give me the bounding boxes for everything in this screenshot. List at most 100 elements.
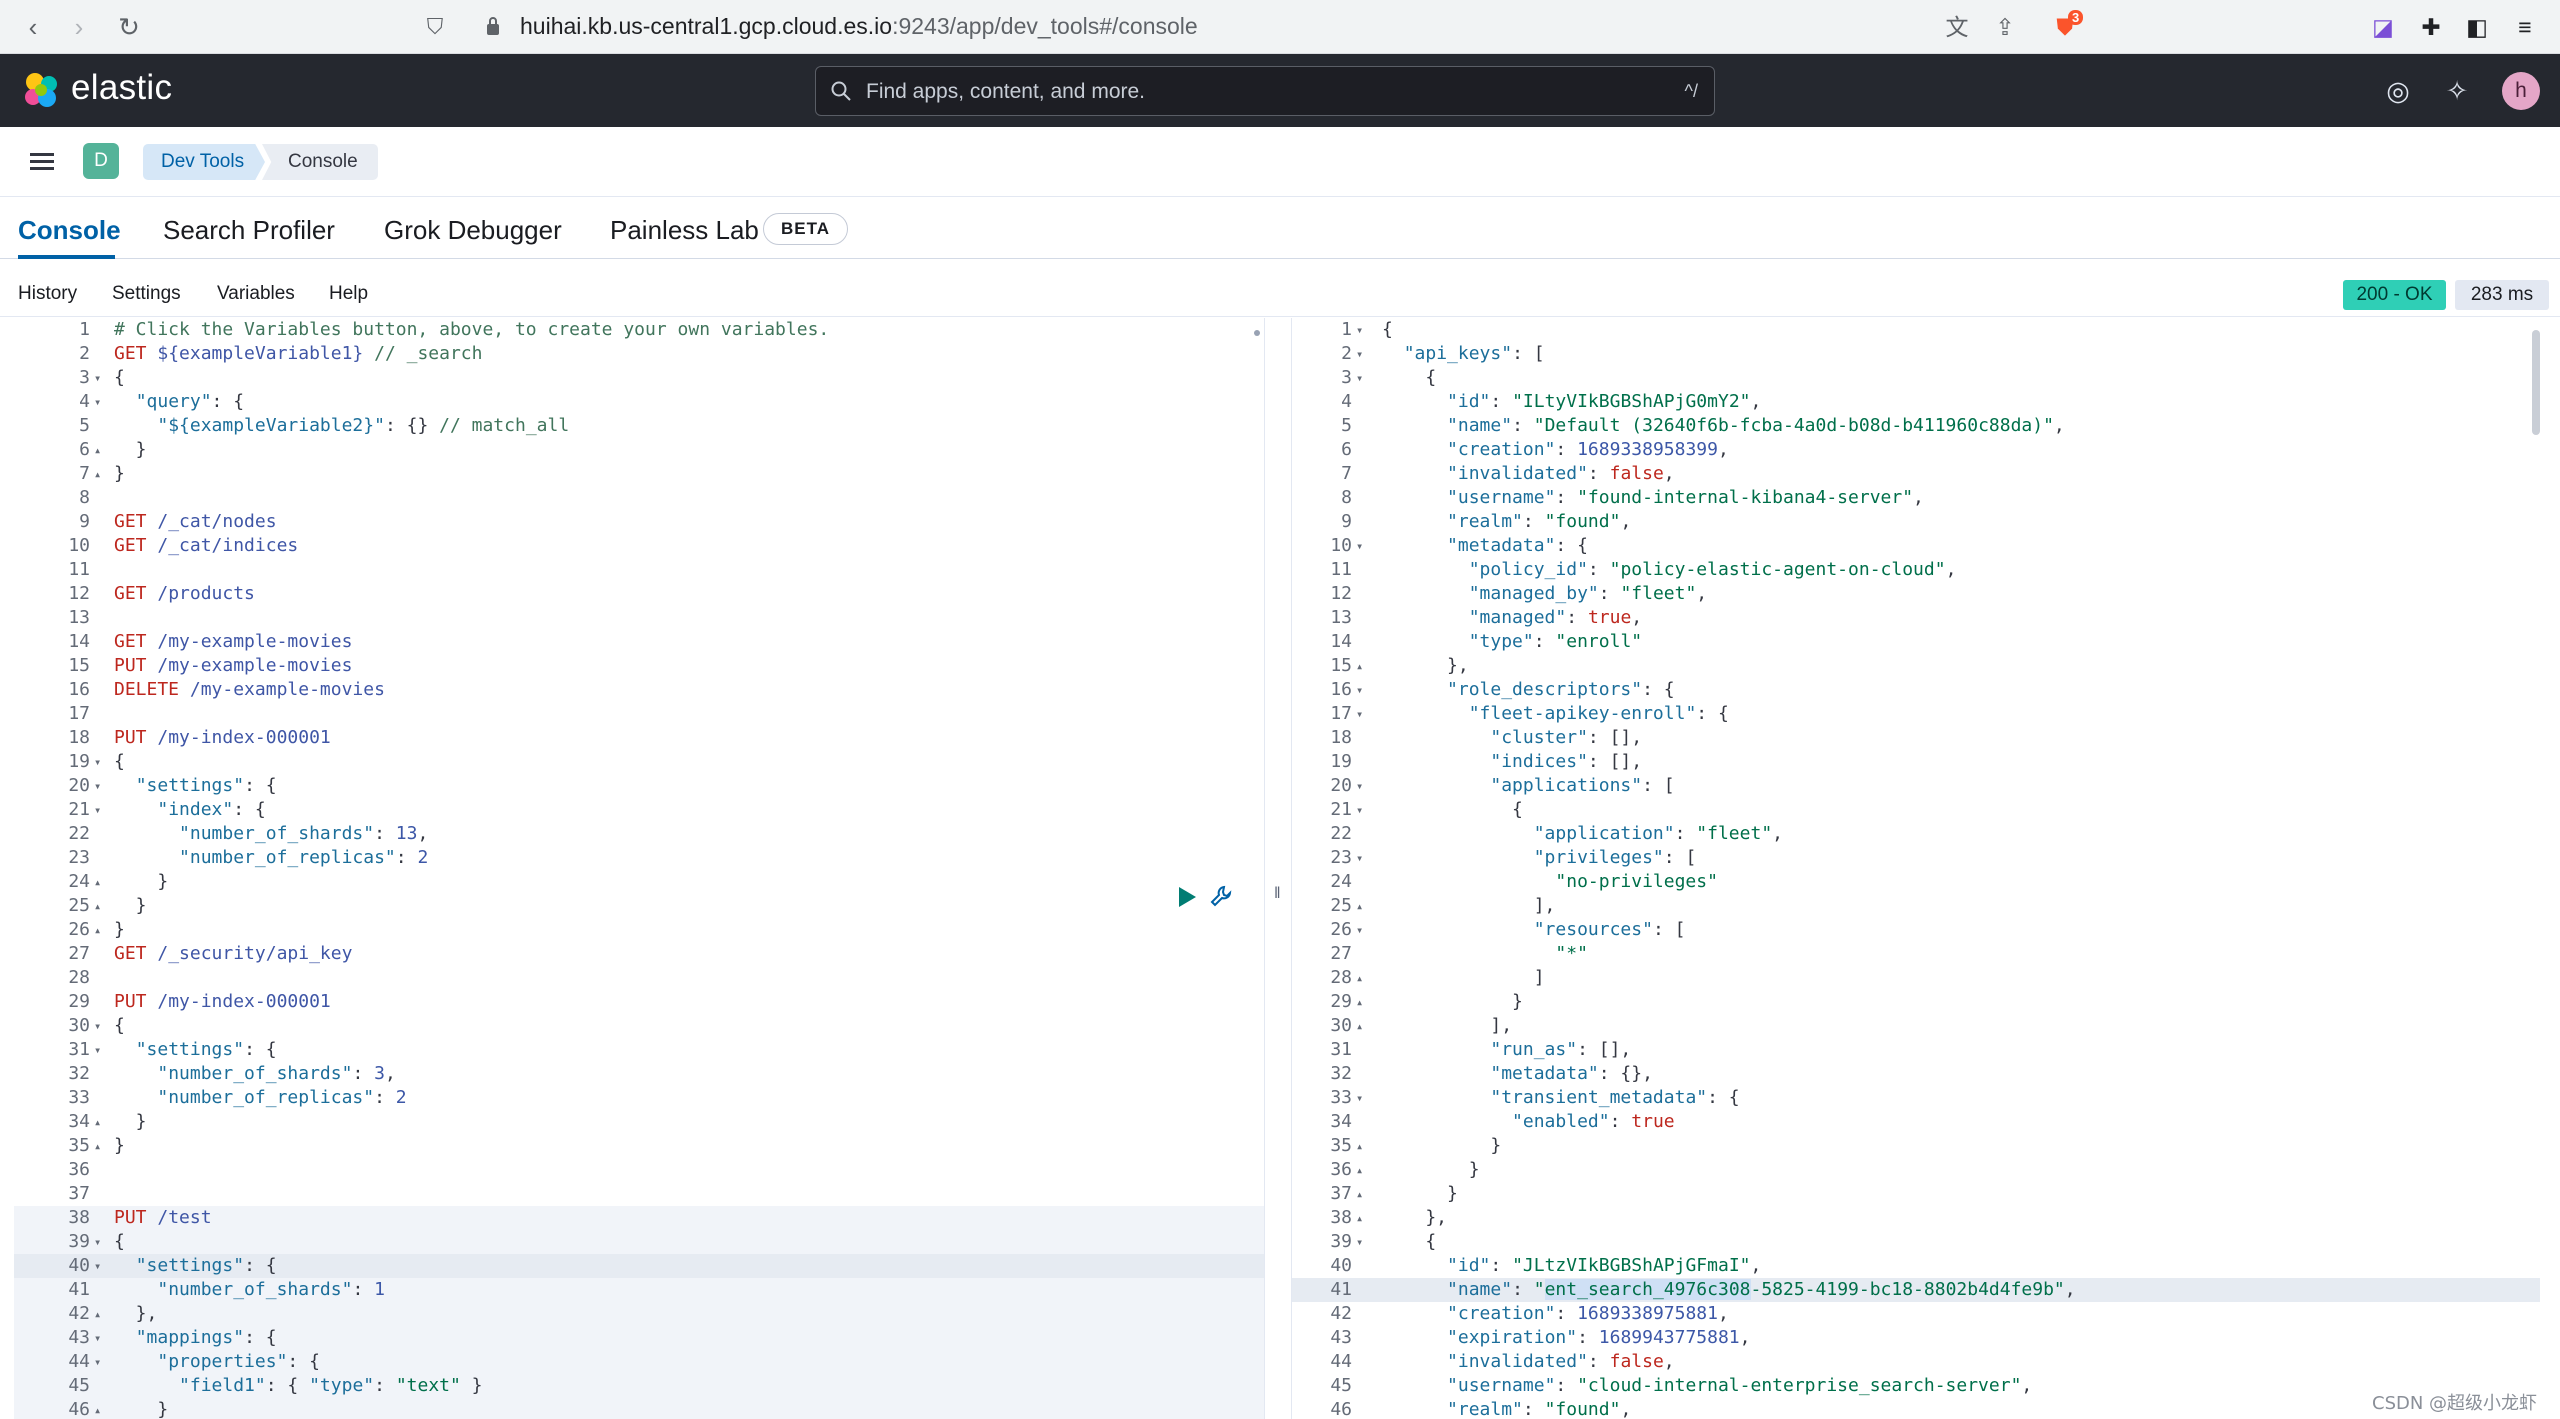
fold-open-icon[interactable]: ▾ bbox=[1356, 366, 1370, 390]
line-number: 8 bbox=[1341, 487, 1352, 508]
code-text: "api_keys": [ bbox=[1403, 343, 1545, 364]
fold-open-icon[interactable]: ▾ bbox=[1356, 318, 1370, 342]
code-line: 6 ▴ } bbox=[14, 438, 1264, 462]
code-text: "*" bbox=[1555, 943, 1588, 964]
space-avatar[interactable]: D bbox=[83, 143, 119, 179]
fold-open-icon[interactable]: ▾ bbox=[1356, 534, 1370, 558]
user-avatar[interactable]: h bbox=[2502, 72, 2540, 110]
fold-close-icon[interactable]: ▴ bbox=[94, 1398, 108, 1419]
fold-close-icon[interactable]: ▴ bbox=[94, 1110, 108, 1134]
code-line: 8 "username": "found-internal-kibana4-se… bbox=[1292, 486, 2540, 510]
fold-open-icon[interactable]: ▾ bbox=[94, 1326, 108, 1350]
fold-close-icon[interactable]: ▴ bbox=[94, 1134, 108, 1158]
fold-close-icon[interactable]: ▴ bbox=[1356, 1182, 1370, 1206]
fold-open-icon[interactable]: ▾ bbox=[94, 1014, 108, 1038]
line-number: 15 bbox=[1330, 655, 1352, 676]
more-icon[interactable]: ≡ bbox=[2510, 12, 2540, 42]
forward-icon[interactable]: › bbox=[64, 12, 94, 42]
share-icon[interactable]: ⇪ bbox=[1990, 12, 2020, 42]
fold-open-icon[interactable]: ▾ bbox=[1356, 342, 1370, 366]
hamburger-menu-icon[interactable] bbox=[26, 147, 58, 177]
settings-link[interactable]: Settings bbox=[112, 283, 181, 305]
code-text: "fleet-apikey-enroll": { bbox=[1468, 703, 1729, 724]
fold-open-icon[interactable]: ▾ bbox=[94, 1350, 108, 1374]
pane-resizer[interactable]: ‖ bbox=[1264, 318, 1292, 1419]
fold-close-icon[interactable]: ▴ bbox=[1356, 654, 1370, 678]
code-line: 38 ▴ }, bbox=[1292, 1206, 2540, 1230]
send-request-icon[interactable] bbox=[1177, 886, 1197, 908]
fold-close-icon[interactable]: ▴ bbox=[94, 1302, 108, 1326]
history-link[interactable]: History bbox=[18, 283, 77, 305]
code-text: "applications": [ bbox=[1490, 775, 1675, 796]
fold-open-icon[interactable]: ▾ bbox=[94, 1230, 108, 1254]
code-text: "realm": "found", bbox=[1447, 1399, 1632, 1419]
fold-open-icon[interactable]: ▾ bbox=[1356, 774, 1370, 798]
request-editor[interactable]: 1 # Click the Variables button, above, to… bbox=[14, 318, 1264, 1419]
fold-close-icon[interactable]: ▴ bbox=[94, 462, 108, 486]
fold-close-icon[interactable]: ▴ bbox=[1356, 1014, 1370, 1038]
fold-close-icon[interactable]: ▴ bbox=[1356, 894, 1370, 918]
reload-icon[interactable]: ↻ bbox=[114, 12, 144, 42]
code-text: } bbox=[1382, 1135, 1502, 1156]
fold-open-icon[interactable]: ▾ bbox=[94, 750, 108, 774]
fold-close-icon[interactable]: ▴ bbox=[94, 438, 108, 462]
code-line: 5 "${exampleVariable2}": {} // match_all bbox=[14, 414, 1264, 438]
code-text: "username": "found-internal-kibana4-serv… bbox=[1447, 487, 1924, 508]
sidebar-icon[interactable]: ◧ bbox=[2462, 12, 2492, 42]
fold-close-icon[interactable]: ▴ bbox=[1356, 1158, 1370, 1182]
fold-close-icon[interactable]: ▴ bbox=[1356, 1134, 1370, 1158]
resize-handle-icon[interactable]: ‖ bbox=[1274, 884, 1284, 904]
line-number: 6 bbox=[1341, 439, 1352, 460]
fold-close-icon[interactable]: ▴ bbox=[1356, 1206, 1370, 1230]
response-editor[interactable]: 1 ▾{2 ▾ "api_keys": [3 ▾ {4 "id": "ILtyVIkB… bbox=[1292, 318, 2540, 1419]
extension-icon[interactable]: ◪ bbox=[2368, 12, 2398, 42]
code-text: "number_of_shards": 1 bbox=[157, 1279, 385, 1300]
puzzle-icon[interactable]: ✚ bbox=[2416, 12, 2446, 42]
fold-open-icon[interactable]: ▾ bbox=[94, 1254, 108, 1278]
help-link[interactable]: Help bbox=[329, 283, 368, 305]
fold-open-icon[interactable]: ▾ bbox=[1356, 1230, 1370, 1254]
fold-close-icon[interactable]: ▴ bbox=[1356, 990, 1370, 1014]
tab-search-profiler[interactable]: Search Profiler bbox=[163, 215, 335, 246]
help-icon[interactable]: ◎ bbox=[2381, 74, 2415, 108]
tab-grok-debugger[interactable]: Grok Debugger bbox=[384, 215, 562, 246]
fold-close-icon[interactable]: ▴ bbox=[94, 870, 108, 894]
fold-open-icon[interactable]: ▾ bbox=[1356, 1086, 1370, 1110]
fold-open-icon[interactable]: ▾ bbox=[1356, 702, 1370, 726]
line-number: 30 bbox=[1330, 1015, 1352, 1036]
line-number: 5 bbox=[79, 415, 90, 436]
line-number: 37 bbox=[1330, 1183, 1352, 1204]
code-text: { bbox=[1382, 319, 1393, 340]
fold-open-icon[interactable]: ▾ bbox=[94, 366, 108, 390]
code-line: 31 ▾ "settings": { bbox=[14, 1038, 1264, 1062]
line-number: 2 bbox=[79, 343, 90, 364]
response-scrollbar[interactable] bbox=[2532, 330, 2540, 435]
back-icon[interactable]: ‹ bbox=[18, 12, 48, 42]
elastic-logo-icon[interactable] bbox=[22, 71, 60, 109]
fold-open-icon[interactable]: ▾ bbox=[94, 798, 108, 822]
tab-painless-lab[interactable]: Painless Lab bbox=[610, 215, 759, 246]
variables-link[interactable]: Variables bbox=[217, 283, 295, 305]
fold-close-icon[interactable]: ▴ bbox=[94, 894, 108, 918]
code-line: 42 ▴ }, bbox=[14, 1302, 1264, 1326]
fold-open-icon[interactable]: ▾ bbox=[94, 390, 108, 414]
breadcrumb-dev-tools[interactable]: Dev Tools bbox=[143, 144, 265, 180]
global-search-input[interactable]: Find apps, content, and more. ^/ bbox=[815, 66, 1715, 116]
news-feed-icon[interactable]: ✧ bbox=[2440, 74, 2474, 108]
fold-open-icon[interactable]: ▾ bbox=[1356, 798, 1370, 822]
fold-open-icon[interactable]: ▾ bbox=[1356, 846, 1370, 870]
fold-close-icon[interactable]: ▴ bbox=[1356, 966, 1370, 990]
code-text: } bbox=[114, 1111, 147, 1132]
fold-open-icon[interactable]: ▾ bbox=[1356, 918, 1370, 942]
translate-icon[interactable]: 文 bbox=[1942, 12, 1972, 42]
fold-close-icon[interactable]: ▴ bbox=[94, 918, 108, 942]
code-text: "number_of_replicas": 2 bbox=[157, 1087, 407, 1108]
fold-open-icon[interactable]: ▾ bbox=[94, 774, 108, 798]
line-number: 43 bbox=[68, 1327, 90, 1348]
tab-console[interactable]: Console bbox=[18, 215, 121, 246]
fold-open-icon[interactable]: ▾ bbox=[1356, 678, 1370, 702]
code-text: { bbox=[1382, 799, 1523, 820]
wrench-icon[interactable] bbox=[1209, 884, 1233, 908]
fold-open-icon[interactable]: ▾ bbox=[94, 1038, 108, 1062]
code-line: 2 ▾ "api_keys": [ bbox=[1292, 342, 2540, 366]
